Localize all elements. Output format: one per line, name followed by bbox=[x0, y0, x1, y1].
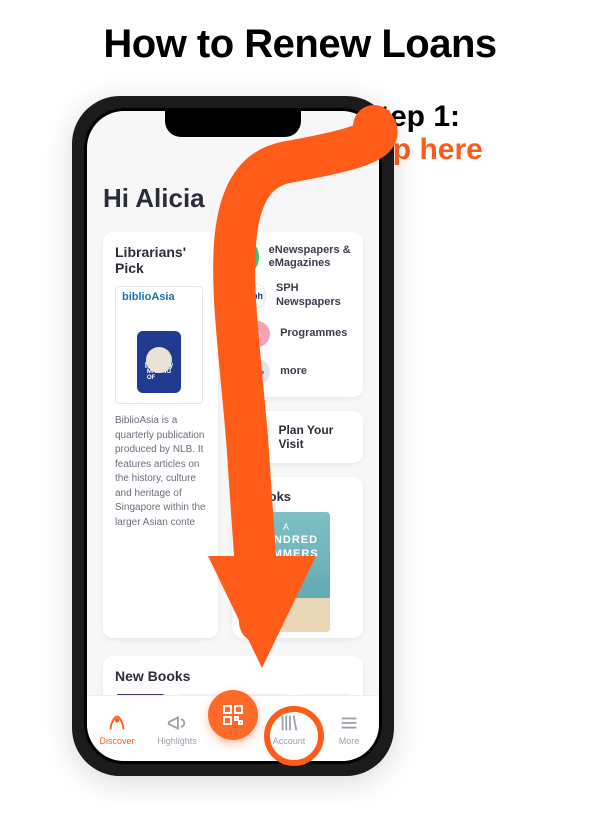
ebooks-title: eBooks bbox=[244, 489, 351, 504]
tab-label: Discover bbox=[99, 736, 134, 746]
menu-item-more[interactable]: ••• more bbox=[244, 359, 351, 385]
sph-icon: sph bbox=[244, 283, 266, 309]
tab-label: Highlights bbox=[157, 736, 197, 746]
tab-more[interactable]: More bbox=[320, 712, 378, 746]
phone-bezel: Hi Alicia Librarians' Pick biblioAsia Id… bbox=[84, 108, 382, 764]
qr-scan-button[interactable] bbox=[208, 690, 258, 740]
librarians-pick-title: Librarians' Pick bbox=[115, 244, 206, 276]
menu-item-label: Programmes bbox=[280, 327, 347, 340]
app-scroll-area[interactable]: Hi Alicia Librarians' Pick biblioAsia Id… bbox=[87, 111, 379, 761]
menu-item-sph[interactable]: sph SPH Newspapers bbox=[244, 282, 351, 308]
phone-screen: Hi Alicia Librarians' Pick biblioAsia Id… bbox=[87, 111, 379, 761]
menu-item-label: more bbox=[280, 365, 307, 378]
librarians-pick-card[interactable]: Librarians' Pick biblioAsia Identity MAK… bbox=[103, 232, 218, 638]
ebook-cover[interactable]: A HUNDRED SUMMERS bbox=[244, 512, 330, 632]
menu-item-label: SPH Newspapers bbox=[276, 282, 351, 308]
bottom-tabbar: Discover Highlights Account bbox=[87, 695, 379, 761]
quick-menu-card: ✓ eNewspapers & eMagazines sph SPH Newsp… bbox=[232, 232, 363, 397]
qr-icon bbox=[221, 703, 245, 727]
route-icon: ➔ bbox=[244, 423, 268, 451]
tab-discover[interactable]: Discover bbox=[88, 712, 146, 746]
ebook-line1: A bbox=[244, 522, 330, 532]
check-icon: ✓ bbox=[244, 244, 259, 270]
tab-account[interactable]: Account bbox=[260, 712, 318, 746]
greeting-text: Hi Alicia bbox=[103, 183, 363, 214]
megaphone-icon bbox=[166, 712, 188, 734]
menu-item-enews[interactable]: ✓ eNewspapers & eMagazines bbox=[244, 244, 351, 270]
menu-item-programmes[interactable]: ☺ Programmes bbox=[244, 321, 351, 347]
new-books-title: New Books bbox=[115, 668, 351, 684]
phone-frame: Hi Alicia Librarians' Pick biblioAsia Id… bbox=[72, 96, 394, 776]
page-title: How to Renew Loans bbox=[0, 0, 600, 67]
ebooks-card[interactable]: eBooks A HUNDRED SUMMERS bbox=[232, 477, 363, 638]
ebook-line2: HUNDRED bbox=[244, 534, 330, 546]
librarians-pick-desc: BiblioAsia is a quarterly publication pr… bbox=[115, 414, 206, 530]
menu-item-label: eNewspapers & eMagazines bbox=[269, 244, 351, 270]
librarians-pick-cover[interactable]: biblioAsia Identity MAKING OF bbox=[115, 286, 203, 404]
ebook-line3: SUMMERS bbox=[244, 548, 330, 560]
tab-label: Account bbox=[273, 736, 306, 746]
person-icon: ☺ bbox=[244, 321, 270, 347]
books-icon bbox=[278, 712, 300, 734]
phone-notch bbox=[165, 111, 301, 137]
rocket-icon bbox=[106, 712, 128, 734]
tab-highlights[interactable]: Highlights bbox=[148, 712, 206, 746]
cover-footer: MAKING OF bbox=[147, 369, 171, 381]
menu-icon bbox=[338, 712, 360, 734]
plan-visit-label: Plan Your Visit bbox=[278, 423, 351, 451]
plan-visit-card[interactable]: ➔ Plan Your Visit bbox=[232, 411, 363, 463]
avatar[interactable] bbox=[325, 135, 359, 169]
cover-brand: biblioAsia bbox=[122, 291, 175, 303]
more-icon: ••• bbox=[244, 359, 270, 385]
tab-label: More bbox=[339, 736, 360, 746]
